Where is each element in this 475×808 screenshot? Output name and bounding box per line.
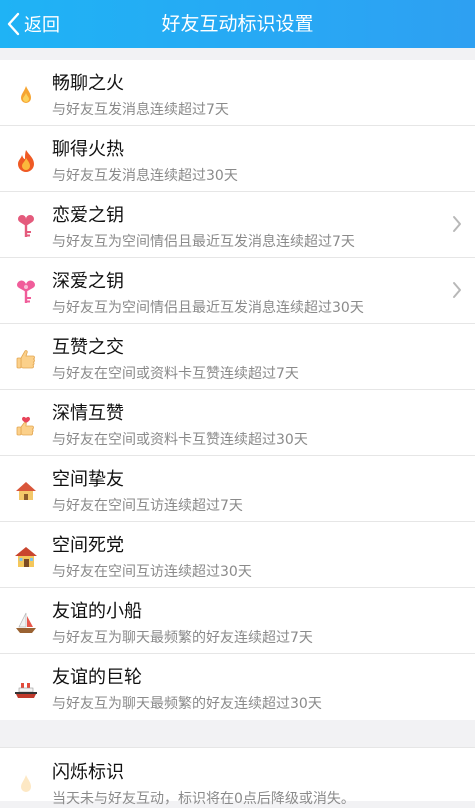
item-name: 互赞之交 xyxy=(52,337,124,358)
item-desc: 与好友互为聊天最频繁的好友连续超过30天 xyxy=(52,696,322,712)
list-item: 友谊的巨轮 与好友互为聊天最频繁的好友连续超过30天 xyxy=(0,654,475,720)
ship-icon xyxy=(12,675,40,703)
back-button[interactable]: 返回 xyxy=(6,0,60,48)
list-item: 深情互赞 与好友在空间或资料卡互赞连续超过30天 xyxy=(0,390,475,456)
small-flame-icon xyxy=(12,81,40,109)
list-item: 空间死党 与好友在空间互访连续超过30天 xyxy=(0,522,475,588)
item-desc: 与好友互发消息连续超过7天 xyxy=(52,102,229,118)
item-desc: 与好友在空间或资料卡互赞连续超过30天 xyxy=(52,432,308,448)
item-desc: 与好友互为空间情侣且最近互发消息连续超过30天 xyxy=(52,300,364,316)
item-name: 闪烁标识 xyxy=(52,762,124,783)
item-name: 恋爱之钥 xyxy=(52,205,124,226)
page-title: 好友互动标识设置 xyxy=(161,13,314,35)
back-label: 返回 xyxy=(24,15,60,36)
love-key-icon xyxy=(12,213,40,241)
item-name: 聊得火热 xyxy=(52,139,124,160)
big-flame-icon xyxy=(12,147,40,175)
item-name: 深爱之钥 xyxy=(52,271,124,292)
item-desc: 与好友互为空间情侣且最近互发消息连续超过7天 xyxy=(52,234,355,250)
badge-list: 畅聊之火 与好友互发消息连续超过7天 聊得火热 与好友互发消息连续超过30天 恋… xyxy=(0,60,475,720)
item-desc: 当天未与好友互动，标识将在0点后降级或消失。 xyxy=(52,791,355,807)
list-item: 畅聊之火 与好友互发消息连续超过7天 xyxy=(0,60,475,126)
item-name: 空间挚友 xyxy=(52,469,124,490)
section-divider xyxy=(0,727,475,747)
item-desc: 与好友在空间互访连续超过30天 xyxy=(52,564,252,580)
item-name: 空间死党 xyxy=(52,535,124,556)
item-name: 深情互赞 xyxy=(52,403,124,424)
chevron-left-icon xyxy=(7,12,20,36)
item-desc: 与好友互发消息连续超过30天 xyxy=(52,168,238,184)
list-item: 空间挚友 与好友在空间互访连续超过7天 xyxy=(0,456,475,522)
item-desc: 与好友在空间互访连续超过7天 xyxy=(52,498,243,514)
list-item[interactable]: 恋爱之钥 与好友互为空间情侣且最近互发消息连续超过7天 xyxy=(0,192,475,258)
item-desc: 与好友在空间或资料卡互赞连续超过7天 xyxy=(52,366,299,382)
thumbs-up-heart-icon xyxy=(12,411,40,439)
item-name: 友谊的小船 xyxy=(52,601,142,622)
sailboat-icon xyxy=(12,609,40,637)
list-item: 互赞之交 与好友在空间或资料卡互赞连续超过7天 xyxy=(0,324,475,390)
flash-item: 闪烁标识 当天未与好友互动，标识将在0点后降级或消失。 xyxy=(0,747,475,807)
house-icon xyxy=(12,477,40,505)
deep-love-key-icon xyxy=(12,279,40,307)
list-item: 友谊的小船 与好友互为聊天最频繁的好友连续超过7天 xyxy=(0,588,475,654)
thumbs-up-icon xyxy=(12,345,40,373)
item-name: 畅聊之火 xyxy=(52,73,124,94)
item-name: 友谊的巨轮 xyxy=(52,667,142,688)
list-item: 聊得火热 与好友互发消息连续超过30天 xyxy=(0,126,475,192)
flash-flame-icon xyxy=(12,770,40,798)
chevron-right-icon xyxy=(453,282,461,298)
big-house-icon xyxy=(12,543,40,571)
chevron-right-icon xyxy=(453,216,461,232)
list-item[interactable]: 深爱之钥 与好友互为空间情侣且最近互发消息连续超过30天 xyxy=(0,258,475,324)
item-desc: 与好友互为聊天最频繁的好友连续超过7天 xyxy=(52,630,313,646)
nav-bar: 返回 好友互动标识设置 xyxy=(0,0,475,48)
